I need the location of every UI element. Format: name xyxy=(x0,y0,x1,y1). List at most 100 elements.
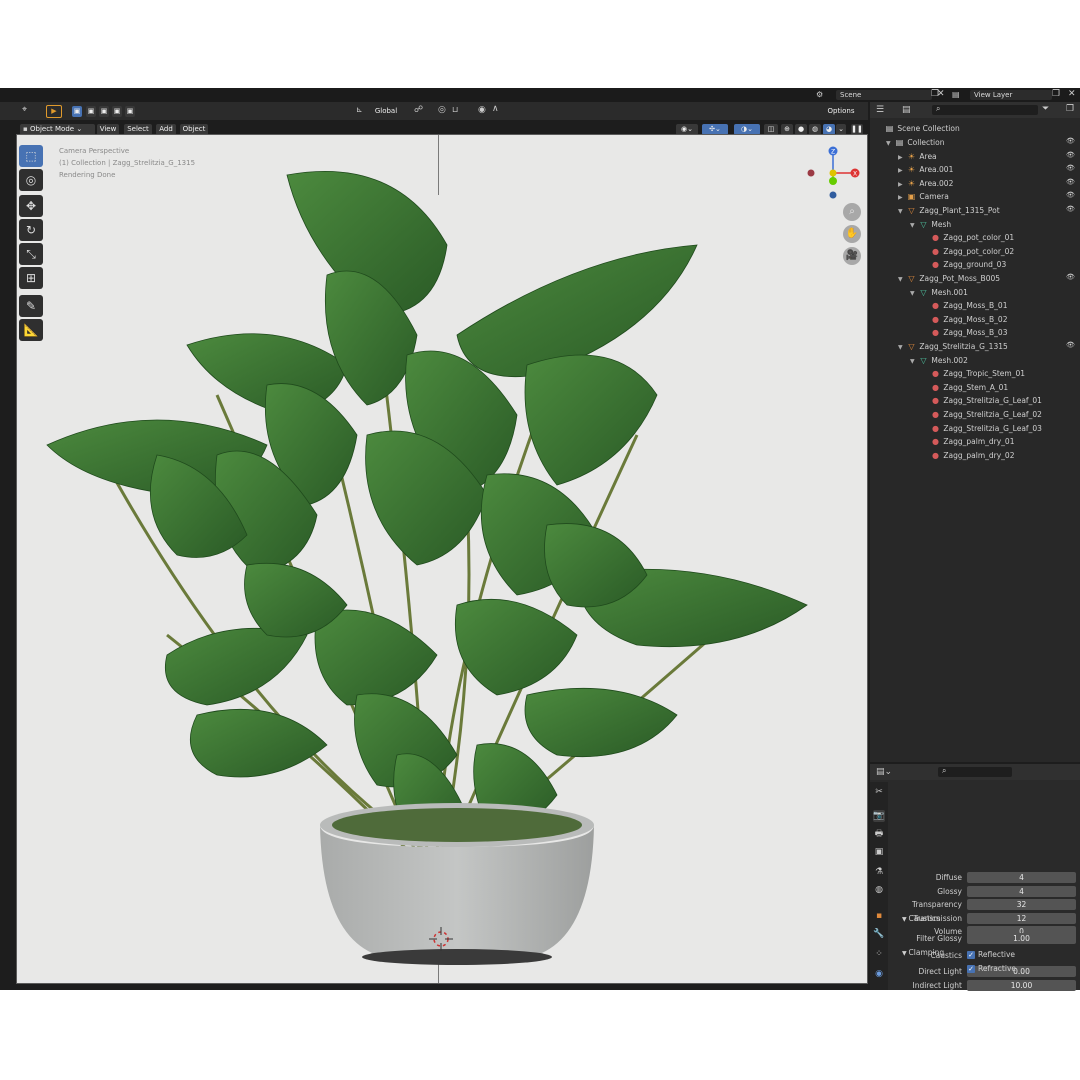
properties-editor-icon[interactable]: ▤⌄ xyxy=(876,767,892,777)
options-button[interactable]: Options xyxy=(820,106,862,117)
outliner-item[interactable]: ▼ ▽ Zagg_Plant_1315_Pot xyxy=(898,204,1000,217)
expand-open-icon[interactable]: ▼ xyxy=(910,355,918,368)
modifier-tab-icon[interactable]: 🔧 xyxy=(873,928,885,940)
select-mode-invert-button[interactable]: ▣ xyxy=(112,106,122,117)
select-mode-new-button[interactable]: ▣ xyxy=(72,106,82,117)
bounce-field[interactable]: 12 xyxy=(967,912,1076,924)
expand-closed-icon[interactable]: ▶ xyxy=(898,151,906,164)
visibility-eye-icon[interactable]: 👁 xyxy=(1066,164,1075,172)
expand-open-icon[interactable]: ▼ xyxy=(898,273,906,286)
select-tool-button[interactable]: ▶ xyxy=(46,105,62,118)
editor-type-icon[interactable]: ⌖ xyxy=(22,105,27,115)
bounce-field[interactable]: 4 xyxy=(967,872,1076,883)
render-tab-icon[interactable]: 📷 xyxy=(873,810,885,822)
particles-tab-icon[interactable]: ⁘ xyxy=(873,948,885,960)
proportional-edit-icon[interactable]: ◉ xyxy=(478,105,486,115)
view-layer-selector[interactable]: View Layer xyxy=(970,90,1052,100)
snap-icon[interactable]: ◎ xyxy=(438,105,446,115)
caustics-section-header[interactable]: ▼ Caustics xyxy=(902,914,940,923)
object-icon: ▽ xyxy=(908,206,915,215)
outliner-item[interactable]: ▼ ▽ Mesh.001 xyxy=(910,286,968,299)
mesh-icon: ▽ xyxy=(920,355,927,365)
outliner-item[interactable]: ● Zagg_Moss_B_01 xyxy=(922,299,1007,312)
outliner-item[interactable]: ● Zagg_ground_03 xyxy=(922,258,1006,271)
view-layer-copy-icon[interactable]: ❐ xyxy=(1052,89,1060,99)
outliner-item[interactable]: ● Zagg_Strelitzia_G_Leaf_02 xyxy=(922,408,1042,421)
outliner-item[interactable]: ● Zagg_Moss_B_03 xyxy=(922,326,1007,339)
outliner-editor-icon[interactable]: ☰ xyxy=(876,105,884,115)
reflective-label: Reflective xyxy=(978,950,1016,959)
scene-tab-icon[interactable]: ⚗ xyxy=(873,866,885,878)
snap-target-icon[interactable]: ⊔ xyxy=(452,105,458,114)
plant-leaves xyxy=(46,171,808,843)
falloff-icon[interactable]: ∧ xyxy=(492,104,499,114)
outliner-item[interactable]: ● Zagg_pot_color_01 xyxy=(922,231,1014,244)
direct-light-label: Direct Light xyxy=(918,967,962,976)
view-layer-icon[interactable]: ▤ xyxy=(952,90,960,99)
bounce-field[interactable]: 32 xyxy=(967,899,1076,910)
select-mode-intersect-button[interactable]: ▣ xyxy=(125,106,135,117)
visibility-eye-icon[interactable]: 👁 xyxy=(1066,273,1075,281)
outliner-item[interactable]: ● Zagg_Tropic_Stem_01 xyxy=(922,367,1025,380)
select-mode-subtract-button[interactable]: ▣ xyxy=(99,106,109,117)
filter-glossy-field[interactable]: 1.00 xyxy=(967,933,1076,944)
material-icon: ● xyxy=(932,260,939,270)
outliner-item[interactable]: ● Zagg_palm_dry_02 xyxy=(922,449,1014,462)
outliner-item[interactable]: ● Zagg_Strelitzia_G_Leaf_03 xyxy=(922,422,1042,435)
bounce-field[interactable]: 4 xyxy=(967,885,1076,897)
indirect-light-field[interactable]: 10.00 xyxy=(967,980,1076,991)
scene-close-icon[interactable]: ✕ xyxy=(937,89,945,99)
transform-orientation-icon[interactable]: ⊾ xyxy=(356,105,363,114)
object-tab-icon[interactable]: ▪ xyxy=(873,910,885,922)
outliner-item[interactable]: ▼ ▤ Collection xyxy=(886,136,945,149)
expand-open-icon[interactable]: ▼ xyxy=(910,287,918,300)
select-mode-extend-button[interactable]: ▣ xyxy=(86,106,96,117)
scene-selector[interactable]: Scene xyxy=(836,90,932,100)
expand-open-icon[interactable]: ▼ xyxy=(898,205,906,218)
outliner-item[interactable]: ▼ ▽ Mesh.002 xyxy=(910,354,968,367)
output-tab-icon[interactable]: 🖶 xyxy=(873,828,885,840)
world-tab-icon[interactable]: ◍ xyxy=(873,884,885,896)
expand-closed-icon[interactable]: ▶ xyxy=(898,191,906,204)
new-collection-icon[interactable]: ❐ xyxy=(1066,104,1074,114)
view-layer-close-icon[interactable]: ✕ xyxy=(1068,89,1076,99)
visibility-eye-icon[interactable]: 👁 xyxy=(1066,341,1075,349)
view-layer-tab-icon[interactable]: ▣ xyxy=(873,846,885,858)
scene-icon[interactable]: ⚙ xyxy=(816,90,823,99)
outliner-item[interactable]: ▶ ☀ Area xyxy=(898,150,937,163)
reflective-checkbox[interactable]: ✓ Reflective xyxy=(967,950,1015,959)
expand-closed-icon[interactable]: ▶ xyxy=(898,164,906,177)
outliner-item[interactable]: ▼ ▽ Zagg_Strelitzia_G_1315 xyxy=(898,340,1008,353)
outliner-item[interactable]: ● Zagg_palm_dry_01 xyxy=(922,435,1014,448)
outliner-item[interactable]: ▶ ☀ Area.002 xyxy=(898,177,953,190)
outliner-root[interactable]: ▤ Scene Collection xyxy=(884,122,960,135)
outliner-item[interactable]: ▼ ▽ Zagg_Pot_Moss_B005 xyxy=(898,272,1000,285)
transform-orientation-dropdown[interactable]: Global xyxy=(366,106,406,117)
pivot-point-icon[interactable]: ☍ xyxy=(414,105,423,115)
visibility-eye-icon[interactable]: 👁 xyxy=(1066,137,1075,145)
outliner-item[interactable]: ▶ ☀ Area.001 xyxy=(898,163,953,176)
properties-search-input[interactable] xyxy=(938,767,1012,777)
refractive-checkbox[interactable]: ✓ Refractive xyxy=(967,964,1016,973)
visibility-eye-icon[interactable]: 👁 xyxy=(1066,178,1075,186)
expand-open-icon[interactable]: ▼ xyxy=(898,341,906,354)
tool-tab-icon[interactable]: ✂ xyxy=(873,786,885,798)
display-mode-icon[interactable]: ▤ xyxy=(902,105,911,115)
indirect-light-label: Indirect Light xyxy=(912,981,962,990)
outliner-search-input[interactable] xyxy=(932,105,1038,115)
visibility-eye-icon[interactable]: 👁 xyxy=(1066,151,1075,159)
outliner-item[interactable]: ● Zagg_Moss_B_02 xyxy=(922,313,1007,326)
outliner-item[interactable]: ▼ ▽ Mesh xyxy=(910,218,951,231)
filter-icon[interactable]: ⏷ xyxy=(1042,104,1049,114)
expand-open-icon[interactable]: ▼ xyxy=(886,137,894,150)
expand-open-icon[interactable]: ▼ xyxy=(910,219,918,232)
outliner-item[interactable]: ● Zagg_Stem_A_01 xyxy=(922,381,1008,394)
outliner-item[interactable]: ● Zagg_pot_color_02 xyxy=(922,245,1014,258)
outliner-item[interactable]: ▶ ▣ Camera xyxy=(898,190,949,203)
physics-tab-icon[interactable]: ◉ xyxy=(873,968,885,980)
3d-viewport[interactable]: Camera Perspective (1) Collection | Zagg… xyxy=(16,134,868,984)
expand-closed-icon[interactable]: ▶ xyxy=(898,178,906,191)
outliner-item[interactable]: ● Zagg_Strelitzia_G_Leaf_01 xyxy=(922,394,1042,407)
visibility-eye-icon[interactable]: 👁 xyxy=(1066,191,1075,199)
visibility-eye-icon[interactable]: 👁 xyxy=(1066,205,1075,213)
